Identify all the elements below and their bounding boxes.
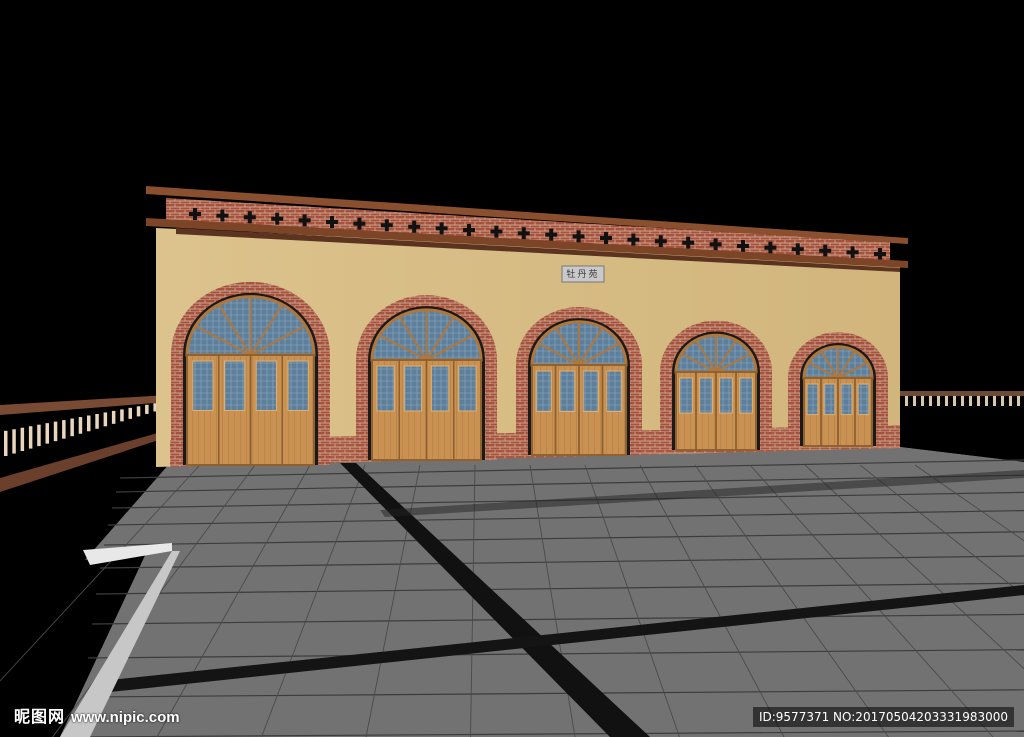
- baluster: [62, 420, 66, 439]
- baluster: [993, 396, 996, 406]
- baluster: [45, 423, 49, 444]
- brand-name: 昵图网: [14, 707, 66, 726]
- baluster: [111, 410, 116, 424]
- baluster: [4, 430, 8, 456]
- door-glass-panel: [430, 365, 450, 412]
- baluster: [128, 407, 132, 419]
- baluster: [921, 396, 924, 406]
- baluster: [12, 429, 16, 454]
- door-glass-panel: [823, 383, 836, 416]
- brand-site: www.nipic.com: [71, 709, 180, 726]
- baluster: [913, 396, 916, 406]
- arched-door: [516, 307, 642, 456]
- door-glass-panel: [719, 377, 733, 414]
- door-glass-panel: [223, 360, 246, 411]
- door-glass-panel: [403, 365, 423, 412]
- baluster: [20, 427, 25, 452]
- watermark-id: ID:9577371 NO:20170504203331983000: [752, 707, 1014, 727]
- door-glass-panel: [192, 360, 214, 411]
- door-glass-panel: [458, 365, 477, 412]
- arched-door: [788, 332, 888, 447]
- baluster: [70, 418, 74, 437]
- baluster: [937, 396, 940, 406]
- plaque-text: 牡丹苑: [566, 268, 599, 280]
- baluster: [1001, 396, 1004, 406]
- baluster: [53, 421, 58, 442]
- door-glass-panel: [699, 377, 713, 414]
- door-glass-panel: [535, 370, 552, 412]
- baluster: [1017, 396, 1020, 406]
- baluster: [136, 406, 141, 417]
- baluster: [945, 396, 948, 406]
- door-glass-panel: [606, 370, 623, 412]
- baluster: [95, 413, 99, 429]
- building-render: 牡丹苑: [0, 0, 1024, 737]
- baluster: [37, 424, 41, 447]
- door-glass-panel: [679, 377, 693, 414]
- baluster: [28, 426, 33, 449]
- pavement: [0, 447, 1024, 737]
- arched-door: [356, 295, 497, 461]
- baluster: [953, 396, 956, 406]
- door-glass-panel: [806, 383, 819, 416]
- baluster: [929, 396, 932, 406]
- baluster: [961, 396, 964, 406]
- door-glass-panel: [559, 370, 576, 412]
- baluster: [120, 409, 124, 422]
- baluster: [985, 396, 988, 406]
- door-glass-panel: [857, 383, 870, 416]
- door-glass-panel: [840, 383, 853, 416]
- baluster: [969, 396, 972, 406]
- name-plaque: 牡丹苑: [561, 265, 605, 283]
- door-glass-panel: [582, 370, 599, 412]
- baluster: [87, 415, 91, 432]
- door-glass-panel: [255, 360, 278, 411]
- door-glass-panel: [287, 360, 309, 411]
- baluster: [78, 417, 83, 434]
- arched-door: [171, 281, 330, 466]
- baluster: [103, 412, 108, 427]
- watermark-brand: 昵图网 www.nipic.com: [14, 703, 180, 727]
- baluster: [905, 396, 908, 406]
- door-glass-panel: [739, 377, 753, 414]
- arched-door: [660, 320, 772, 451]
- baluster: [977, 396, 980, 406]
- baluster: [145, 404, 149, 414]
- door-glass-panel: [376, 365, 395, 412]
- baluster: [1009, 396, 1012, 406]
